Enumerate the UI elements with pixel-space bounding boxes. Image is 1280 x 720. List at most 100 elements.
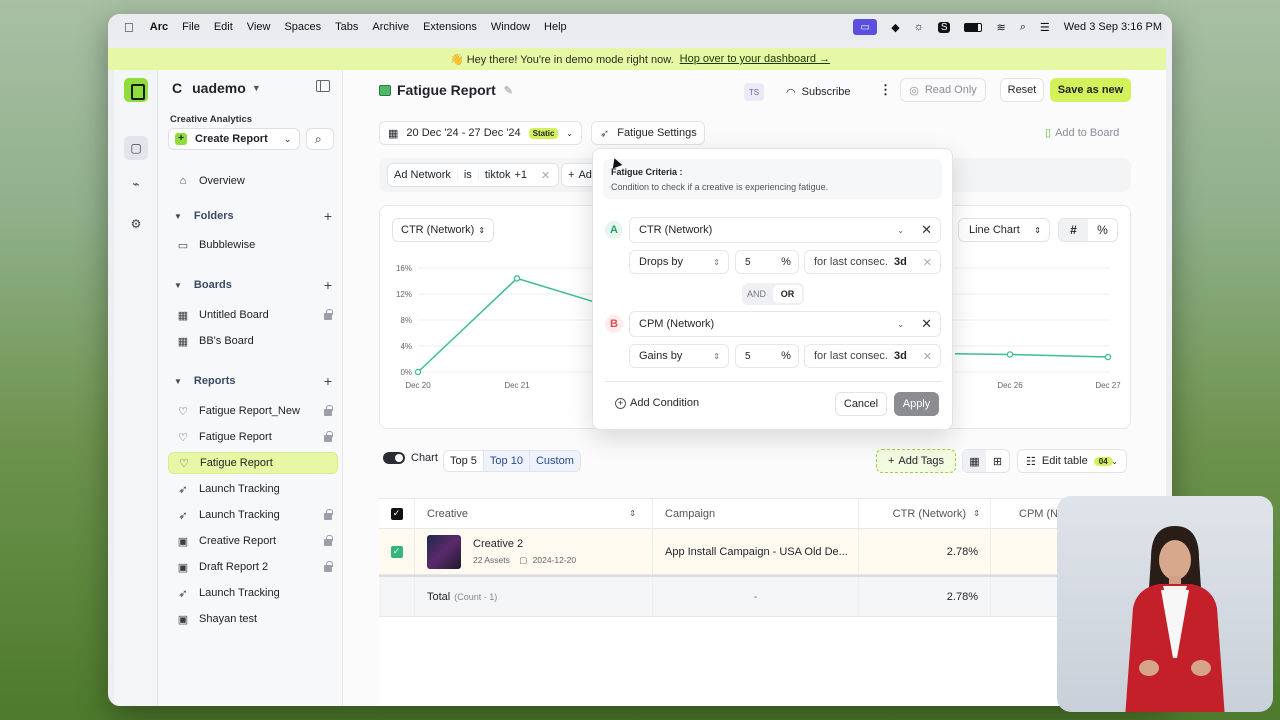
percent-format-option[interactable]: %: [1088, 219, 1117, 241]
add-condition-button[interactable]: + Add Condition: [615, 397, 699, 409]
column-header-campaign[interactable]: Campaign: [653, 499, 859, 529]
brightness-icon[interactable]: ☼: [914, 21, 924, 33]
creative-thumbnail[interactable]: [427, 534, 461, 569]
column-header-creative[interactable]: Creative ⇕: [415, 499, 653, 529]
battery-icon[interactable]: [964, 22, 983, 32]
sort-icon[interactable]: ⇕: [973, 509, 980, 518]
section-boards[interactable]: ▼ Boards +: [168, 275, 338, 295]
clear-icon[interactable]: ✕: [923, 256, 932, 269]
skype-icon[interactable]: S: [937, 21, 951, 33]
menu-view[interactable]: View: [247, 21, 271, 33]
menu-tabs[interactable]: Tabs: [335, 21, 358, 33]
sidebar-item-folder[interactable]: ▭ Bubblewise: [168, 234, 338, 256]
menu-help[interactable]: Help: [544, 21, 567, 33]
clear-icon[interactable]: ✕: [923, 350, 932, 363]
sidebar-item-board[interactable]: ▦ BB's Board: [168, 330, 338, 352]
workspace-switcher[interactable]: C uademo ▼: [172, 80, 261, 96]
spotlight-icon[interactable]: ⌕: [1020, 21, 1026, 34]
close-icon[interactable]: ✕: [921, 222, 932, 238]
sidebar-item-report[interactable]: ▣ Shayan test: [168, 608, 338, 630]
top5-option[interactable]: Top 5: [444, 451, 484, 471]
sidebar-item-report[interactable]: ➶ Launch Tracking: [168, 478, 338, 500]
control-center-icon[interactable]: ☰: [1040, 21, 1050, 34]
date-range-picker[interactable]: ▦ 20 Dec '24 - 27 Dec '24 Static ⌄: [379, 121, 582, 145]
read-only-button[interactable]: ◎ Read Only: [900, 78, 986, 102]
reports-icon[interactable]: ▢: [124, 136, 148, 160]
add-tags-button[interactable]: + Add Tags: [876, 449, 956, 473]
value-format-toggle[interactable]: # %: [1058, 218, 1118, 242]
cancel-button[interactable]: Cancel: [835, 392, 887, 416]
metric-select[interactable]: CTR (Network) ⇕: [392, 218, 494, 242]
save-as-new-button[interactable]: Save as new: [1050, 78, 1131, 102]
reset-button[interactable]: Reset: [1000, 78, 1044, 102]
creative-cell[interactable]: Creative 2 22 Assets ▢ 2024-12-20: [415, 529, 653, 574]
search-button[interactable]: ⌕: [306, 128, 334, 150]
sidebar-item-report[interactable]: ➶ Launch Tracking: [168, 504, 338, 526]
app-logo-icon[interactable]: [124, 78, 148, 102]
menu-archive[interactable]: Archive: [372, 21, 409, 33]
collapse-sidebar-icon[interactable]: [316, 80, 330, 92]
menu-extensions[interactable]: Extensions: [423, 21, 477, 33]
sidebar-item-report[interactable]: ♡ Fatigue Report: [168, 426, 338, 448]
sidebar-item-report[interactable]: ➶ Launch Tracking: [168, 582, 338, 604]
grid-view-icon[interactable]: ⊞: [986, 450, 1009, 472]
condition-a-window-select[interactable]: for last consec. 3d ✕: [804, 250, 941, 274]
avatar[interactable]: TS: [744, 83, 764, 101]
data-point[interactable]: [513, 275, 521, 282]
clock[interactable]: Wed 3 Sep 3:16 PM: [1064, 21, 1162, 33]
menu-app[interactable]: Arc: [150, 21, 168, 33]
sidebar-item-overview[interactable]: ⌂ Overview: [168, 170, 338, 192]
sidebar-item-report[interactable]: ▣ Draft Report 2: [168, 556, 338, 578]
condition-b-operator-select[interactable]: Gains by ⇕: [629, 344, 729, 368]
close-icon[interactable]: ✕: [921, 316, 932, 332]
condition-a-metric-select[interactable]: CTR (Network) ⌄ ✕: [629, 217, 941, 243]
sidebar-item-board[interactable]: ▦ Untitled Board: [168, 304, 338, 326]
section-reports[interactable]: ▼ Reports +: [168, 371, 338, 391]
custom-option[interactable]: Custom: [529, 451, 580, 471]
analytics-icon[interactable]: ⌁: [124, 172, 148, 196]
apple-icon[interactable]: : [124, 20, 134, 35]
edit-pencil-icon[interactable]: ✎: [504, 84, 513, 97]
edit-table-button[interactable]: ☷ Edit table 04 ⌄: [1017, 449, 1127, 473]
chart-type-select[interactable]: Line Chart ⇕: [958, 218, 1050, 242]
table-row[interactable]: ✓ Creative 2 22 Assets ▢ 2024-12-20 App …: [379, 529, 1172, 575]
section-folders[interactable]: ▼ Folders +: [168, 206, 338, 226]
toggle-switch[interactable]: [383, 452, 405, 464]
data-point[interactable]: [1104, 353, 1112, 361]
menu-spaces[interactable]: Spaces: [284, 21, 321, 33]
menu-file[interactable]: File: [182, 21, 200, 33]
filter-chip[interactable]: Ad Network is tiktok +1 ✕: [387, 163, 560, 187]
menu-edit[interactable]: Edit: [214, 21, 233, 33]
table-view-icon[interactable]: ▦: [963, 450, 986, 472]
subscribe-button[interactable]: ◠ Subscribe: [786, 82, 851, 102]
or-option[interactable]: OR: [773, 285, 802, 303]
wifi-icon[interactable]: ≋: [996, 21, 1005, 34]
sidebar-item-report[interactable]: ▣ Creative Report: [168, 530, 338, 552]
data-point[interactable]: [1006, 351, 1014, 358]
number-format-option[interactable]: #: [1059, 219, 1088, 241]
add-folder-icon[interactable]: +: [324, 208, 332, 224]
settings-gear-icon[interactable]: ⚙: [124, 212, 148, 236]
column-header-ctr[interactable]: CTR (Network) ⇕: [859, 499, 991, 529]
more-options-icon[interactable]: ⋮: [879, 82, 892, 98]
condition-a-value-input[interactable]: 5 %: [735, 250, 799, 274]
focus-icon[interactable]: ◆: [891, 21, 899, 34]
fatigue-settings-button[interactable]: ➶ Fatigue Settings: [591, 121, 705, 145]
top10-option[interactable]: Top 10: [483, 451, 530, 471]
chart-toggle[interactable]: Chart: [383, 452, 438, 464]
row-checkbox[interactable]: ✓: [390, 545, 403, 558]
data-point[interactable]: [414, 368, 422, 376]
create-report-button[interactable]: + Create Report ⌄: [168, 128, 300, 150]
sort-icon[interactable]: ⇕: [629, 509, 636, 518]
menu-window[interactable]: Window: [491, 21, 530, 33]
add-report-icon[interactable]: +: [324, 373, 332, 389]
and-option[interactable]: AND: [742, 283, 771, 305]
add-board-icon[interactable]: +: [324, 277, 332, 293]
condition-b-metric-select[interactable]: CPM (Network) ⌄ ✕: [629, 311, 941, 337]
sidebar-item-report-active[interactable]: ♡ Fatigue Report: [168, 452, 338, 474]
close-icon[interactable]: ✕: [533, 169, 558, 182]
sidebar-item-report[interactable]: ♡ Fatigue Report_New: [168, 400, 338, 422]
condition-b-value-input[interactable]: 5 %: [735, 344, 799, 368]
add-to-board-button[interactable]: ▯ Add to Board: [1045, 126, 1119, 140]
condition-b-window-select[interactable]: for last consec. 3d ✕: [804, 344, 941, 368]
